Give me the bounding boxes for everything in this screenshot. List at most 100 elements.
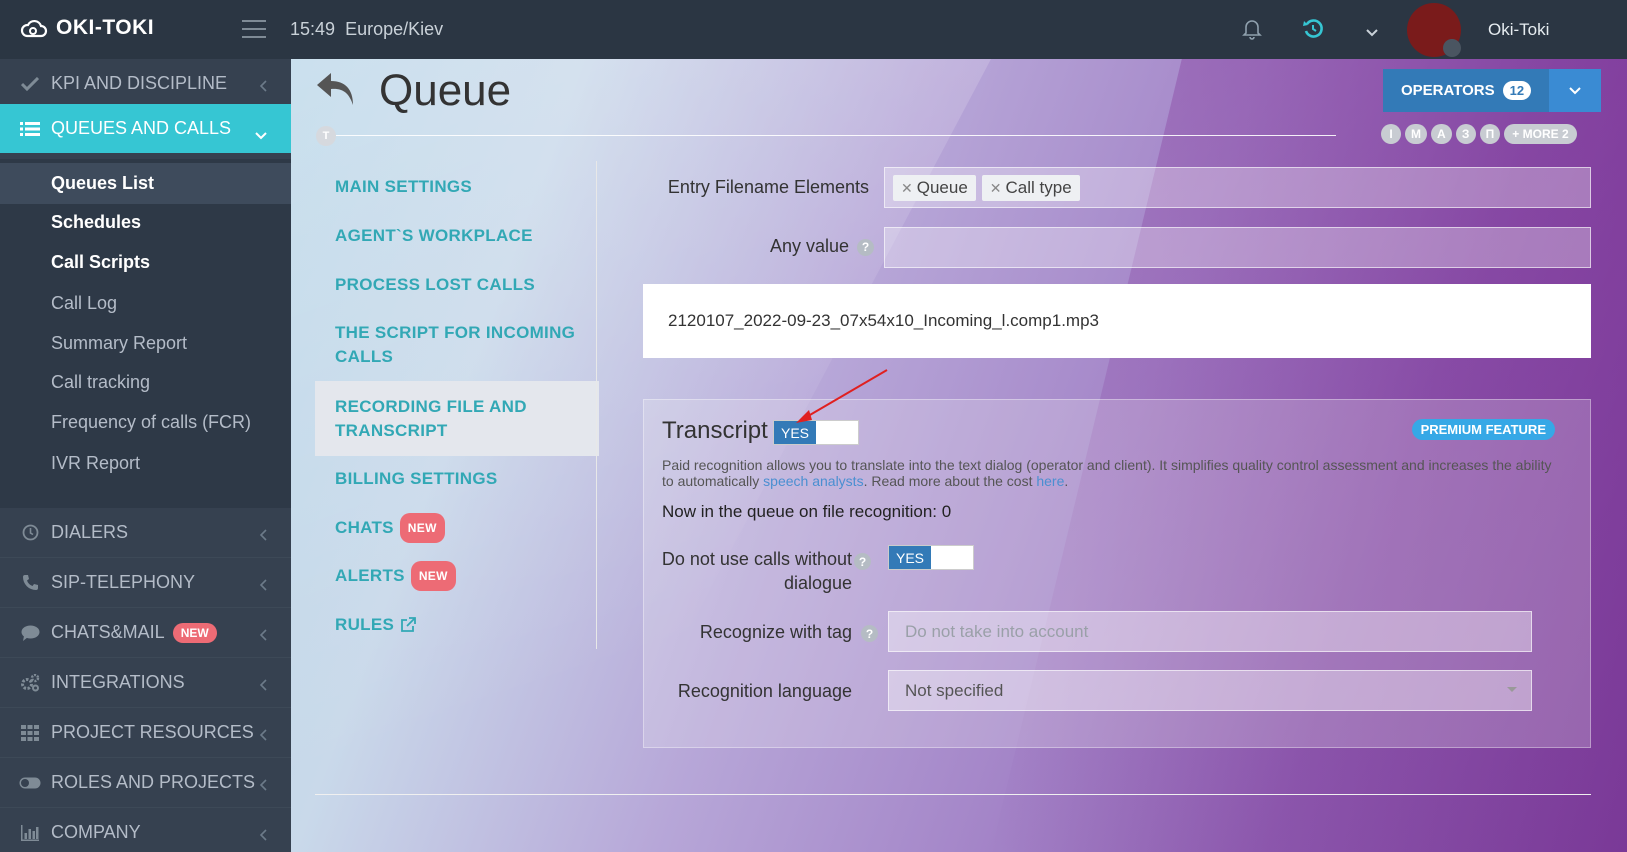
chevron-down-icon [1569, 86, 1581, 94]
username[interactable]: Oki-Toki [1488, 20, 1549, 40]
tab-billing-settings[interactable]: BILLING SETTINGS [315, 467, 599, 491]
tabs-divider [596, 161, 597, 649]
tab-process-lost-calls[interactable]: PROCESS LOST CALLS [315, 273, 599, 297]
chip-label: Queue [916, 177, 968, 197]
tab-rules[interactable]: RULES [315, 613, 599, 637]
submenu-item-call-scripts[interactable]: Call Scripts [0, 242, 291, 283]
recognition-language-select[interactable]: Not specified [888, 670, 1532, 711]
menu-toggle-icon[interactable] [242, 20, 266, 38]
cost-link[interactable]: here [1036, 473, 1064, 489]
chevron-down-icon[interactable] [1366, 24, 1378, 42]
logo[interactable]: OKI-TOKI [20, 16, 154, 40]
timeline-tag[interactable]: А [1431, 124, 1452, 144]
sidebar-item-label: SIP-TELEPHONY [51, 572, 196, 592]
tab-chats[interactable]: CHATS NEW [315, 513, 599, 543]
filename-chip[interactable]: ✕ Call type [981, 174, 1080, 201]
submenu-item-ivr-report[interactable]: IVR Report [0, 443, 291, 484]
any-value-label: Any value? [621, 236, 874, 257]
no-dialogue-label: Do not use calls without dialogue [644, 547, 852, 595]
submenu-item-queues-list[interactable]: Queues List [0, 163, 291, 204]
timeline-tag[interactable]: З [1455, 124, 1476, 144]
grid-icon [19, 724, 41, 741]
refresh-icon[interactable] [1302, 18, 1324, 45]
toggle-on-label: YES [774, 421, 816, 444]
filename-preview: 2120107_2022-09-23_07x54x10_Incoming_l.c… [643, 284, 1591, 358]
sidebar-item-kpi[interactable]: KPI AND DISCIPLINE [0, 59, 291, 109]
description-text: . [1064, 473, 1069, 489]
toggle-icon [19, 777, 41, 789]
filename-chip[interactable]: ✕ Queue [893, 174, 976, 201]
new-badge: NEW [410, 561, 456, 591]
tab-script-incoming-calls[interactable]: THE SCRIPT FOR INCOMING CALLS [315, 321, 599, 369]
phone-icon [19, 574, 41, 591]
tab-alerts[interactable]: ALERTS NEW [315, 561, 599, 591]
description-text: . Read more about the cost [863, 473, 1037, 489]
sidebar-item-label: KPI AND DISCIPLINE [51, 73, 228, 93]
sidebar-item-chats-mail[interactable]: CHATS&MAIL NEW [0, 608, 291, 658]
back-arrow-icon[interactable] [315, 71, 357, 112]
sidebar-item-integrations[interactable]: INTEGRATIONS [0, 658, 291, 708]
submenu-item-call-log[interactable]: Call Log [0, 283, 291, 324]
sidebar-item-label: COMPANY [51, 822, 141, 842]
chevron-left-icon [259, 575, 267, 596]
sidebar-item-label: DIALERS [51, 522, 129, 542]
sidebar-item-sip[interactable]: SIP-TELEPHONY [0, 558, 291, 608]
top-bar: OKI-TOKI 15:49 Europe/Kiev Oki-Toki [0, 0, 1627, 59]
tab-agents-workplace[interactable]: AGENT`S WORKPLACE [315, 224, 599, 248]
help-icon[interactable]: ? [857, 238, 874, 256]
any-value-input[interactable] [884, 227, 1591, 268]
timeline-tag[interactable]: М [1405, 124, 1427, 144]
operators-button[interactable]: OPERATORS 12 [1383, 69, 1550, 112]
timeline-more-tag[interactable]: + MORE 2 [1504, 124, 1577, 144]
submenu-item-summary-report[interactable]: Summary Report [0, 323, 291, 364]
clock-icon [19, 524, 41, 541]
operators-dropdown-button[interactable] [1549, 69, 1602, 112]
transcript-description: Paid recognition allows you to translate… [662, 457, 1552, 489]
help-icon[interactable]: ? [854, 553, 871, 570]
check-icon [19, 76, 41, 91]
gears-icon [19, 673, 41, 692]
submenu-item-call-tracking[interactable]: Call tracking [0, 362, 291, 403]
sidebar-item-dialers[interactable]: DIALERS [0, 508, 291, 558]
sidebar-item-company[interactable]: COMPANY [0, 808, 291, 852]
recognize-tag-label: Recognize with tag [699, 622, 852, 642]
tab-main-settings[interactable]: MAIN SETTINGS [315, 175, 599, 199]
tab-label: CHATS [335, 518, 394, 537]
page-title: Queue [379, 66, 512, 115]
speech-analysts-link[interactable]: speech analysts [763, 473, 863, 489]
sidebar-item-label: CHATS&MAIL [51, 622, 165, 642]
sidebar-item-project-resources[interactable]: PROJECT RESOURCES [0, 708, 291, 758]
timeline-tag[interactable]: П [1479, 124, 1501, 144]
tab-label: PROCESS LOST CALLS [335, 275, 535, 294]
main-content: Queue OPERATORS 12 T І М А З П + MORE 2 … [291, 59, 1627, 852]
tab-recording-transcript[interactable]: RECORDING FILE AND TRANSCRIPT [315, 381, 599, 456]
sidebar-item-roles-projects[interactable]: ROLES AND PROJECTS [0, 758, 291, 808]
help-icon[interactable]: ? [861, 625, 878, 642]
any-value-text: Any value [769, 236, 849, 256]
recognize-tag-input[interactable]: Do not take into account [888, 611, 1532, 652]
entry-filename-label: Entry Filename Elements [667, 177, 869, 197]
clock-time: 15:49 [290, 19, 336, 39]
no-dialogue-toggle[interactable]: YES [888, 545, 974, 570]
remove-chip-icon[interactable]: ✕ [901, 180, 913, 196]
bell-icon[interactable] [1242, 18, 1262, 45]
entry-filename-input[interactable]: ✕ Queue ✕ Call type [884, 167, 1591, 208]
remove-chip-icon[interactable]: ✕ [990, 180, 1002, 196]
chevron-down-icon [255, 124, 267, 145]
logo-text: OKI-TOKI [56, 16, 155, 39]
operators-label: OPERATORS [1401, 82, 1495, 99]
tab-label: AGENT`S WORKPLACE [335, 226, 533, 245]
premium-feature-badge: PREMIUM FEATURE [1411, 419, 1555, 440]
transcript-toggle[interactable]: YES [773, 420, 859, 445]
timeline-start-marker[interactable]: T [316, 126, 336, 146]
transcript-title: Transcript [662, 417, 768, 444]
submenu-item-fcr[interactable]: Frequency of calls (FCR) [0, 402, 291, 443]
chip-label: Call type [1005, 177, 1072, 197]
sidebar-item-label: ROLES AND PROJECTS [51, 772, 256, 792]
chevron-left-icon [259, 76, 267, 97]
timeline-tag[interactable]: І [1381, 124, 1401, 144]
sidebar-item-queues[interactable]: QUEUES AND CALLS [0, 104, 291, 153]
sidebar: KPI AND DISCIPLINE QUEUES AND CALLS Queu… [0, 59, 291, 852]
toggle-on-label: YES [889, 546, 931, 569]
submenu-item-schedules[interactable]: Schedules [0, 202, 291, 243]
